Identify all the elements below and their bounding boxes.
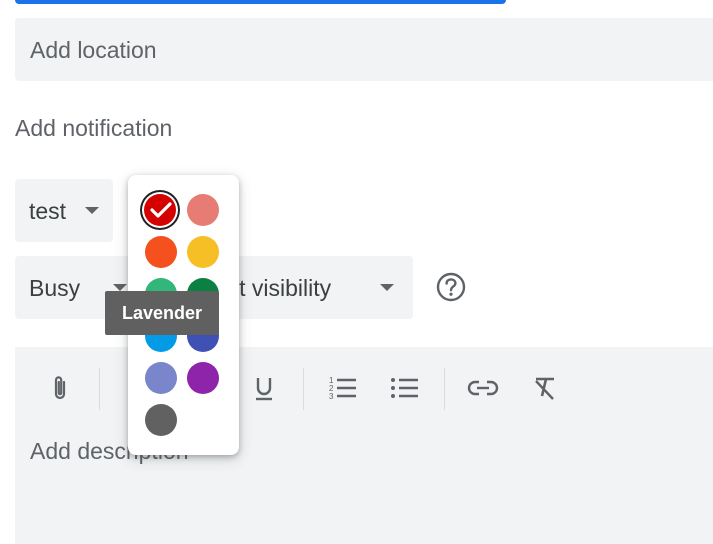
bulleted-list-icon[interactable] (386, 370, 422, 406)
color-swatch-grape[interactable] (187, 362, 219, 394)
visibility-select-value: lt visibility (234, 275, 332, 301)
color-swatch-tangerine[interactable] (145, 236, 177, 268)
calendar-select[interactable]: test (15, 179, 113, 242)
attachment-icon[interactable] (42, 370, 78, 406)
remove-formatting-icon[interactable] (527, 370, 563, 406)
color-tooltip: Lavender (105, 291, 219, 335)
color-swatch-lavender[interactable] (145, 362, 177, 394)
link-icon[interactable] (465, 370, 501, 406)
chevron-down-icon (85, 207, 99, 214)
toolbar-separator (444, 368, 445, 410)
color-swatch-banana[interactable] (187, 236, 219, 268)
toolbar-separator (303, 368, 304, 410)
chevron-down-icon (113, 284, 127, 291)
checkmark-icon (150, 202, 172, 218)
numbered-list-icon[interactable]: 1 2 3 (324, 370, 360, 406)
location-placeholder: Add location (30, 37, 157, 63)
underline-icon[interactable] (246, 370, 282, 406)
chevron-down-icon (380, 284, 394, 291)
location-input[interactable]: Add location (15, 18, 713, 81)
add-notification-link[interactable]: Add notification (15, 115, 172, 142)
color-swatch-flamingo[interactable] (187, 194, 219, 226)
color-swatch-graphite[interactable] (145, 404, 177, 436)
availability-select-value: Busy (29, 275, 81, 301)
svg-text:3: 3 (329, 392, 334, 401)
help-icon[interactable] (436, 272, 466, 302)
calendar-select-value: test (29, 198, 67, 224)
title-field-focus-underline (15, 0, 506, 4)
toolbar-separator (99, 368, 100, 410)
